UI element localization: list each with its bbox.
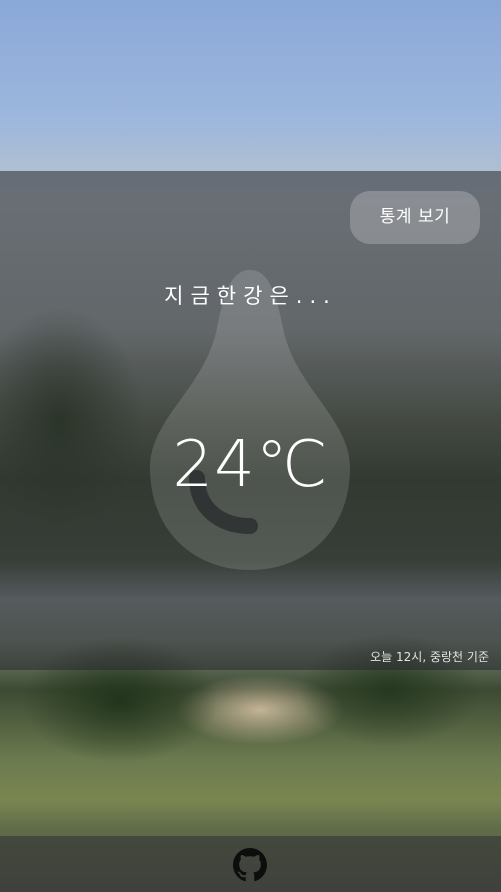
headline: 지금한강은... xyxy=(164,284,337,308)
water-temperature: 24℃ xyxy=(172,428,329,502)
github-icon[interactable] xyxy=(233,848,267,882)
stats-button[interactable]: 통계 보기 xyxy=(350,191,480,244)
app-screen: 통계 보기 지금한강은... 24℃ 오늘 12시, 중랑천 기준 xyxy=(0,0,501,892)
measurement-reference: 오늘 12시, 중랑천 기준 xyxy=(370,650,489,664)
water-drop-icon xyxy=(150,270,350,570)
